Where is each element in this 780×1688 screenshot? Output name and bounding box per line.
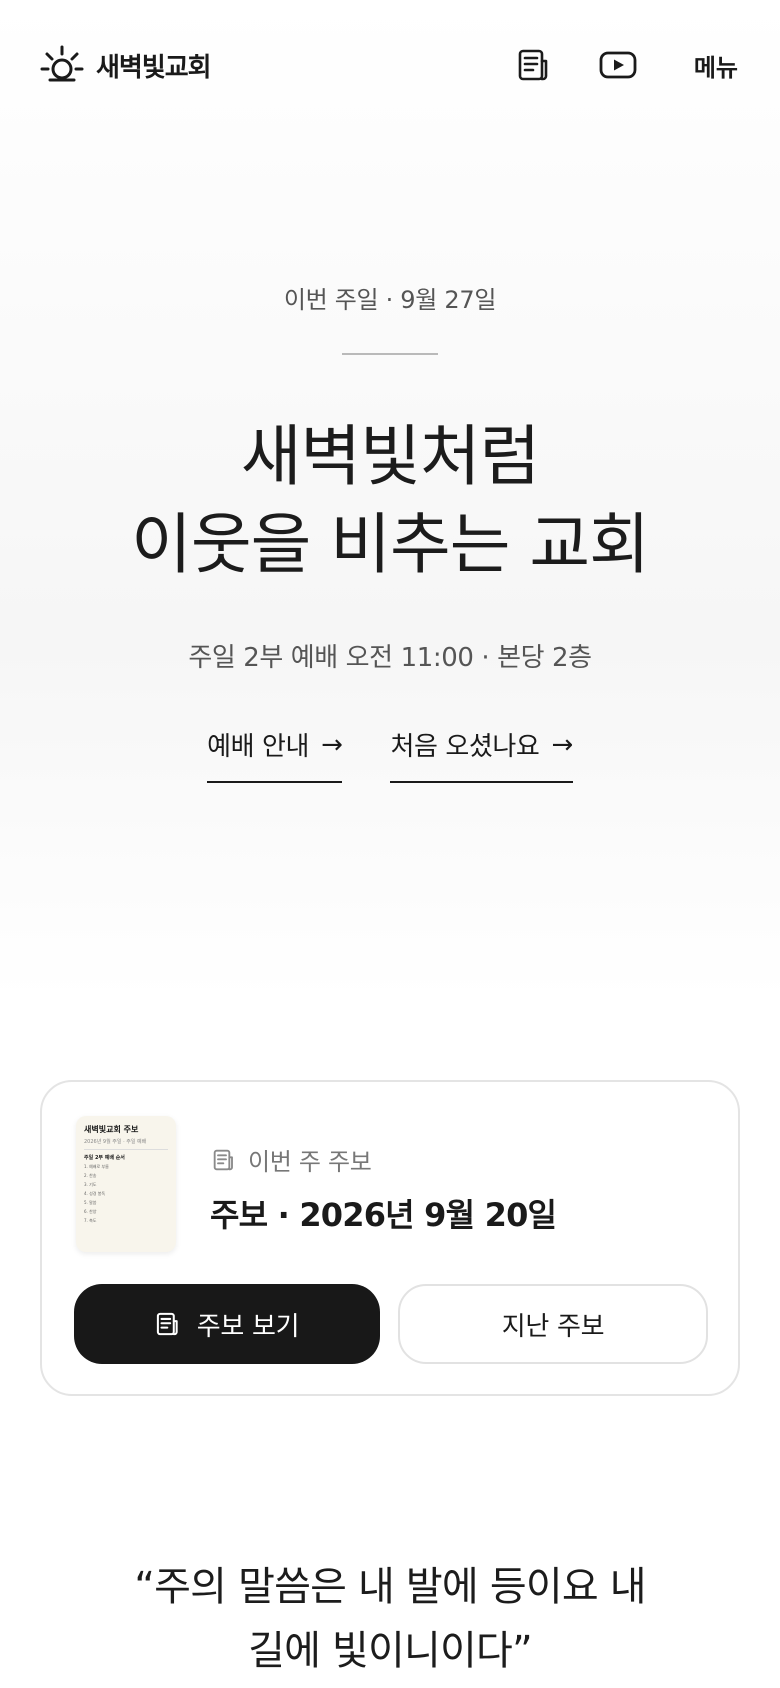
sunrise-icon (40, 45, 84, 82)
thumbnail-item: 3. 기도 (84, 1182, 97, 1187)
bulletin-button[interactable] (512, 43, 556, 87)
youtube-button[interactable] (596, 43, 640, 87)
card-label-row: 이번 주 주보 (212, 1142, 372, 1177)
scripture-verse: “주의 말씀은 내 발에 등이요 내 길에 빛이니이다” (90, 1555, 690, 1683)
thumbnail-item: 4. 성경 봉독 (84, 1191, 106, 1196)
thumbnail-heading: 주일 2부 예배 순서 (84, 1155, 125, 1161)
hero-date: 이번 주일 · 9월 27일 (283, 286, 497, 314)
bulletin-thumbnail[interactable]: 새벽빛교회 주보 2026년 9월 주일 · 주일 예배 주일 2부 예배 순서… (76, 1116, 176, 1252)
arrow-right-icon: → (321, 729, 343, 760)
worship-guide-label: 예배 안내 (207, 732, 310, 762)
card-title: 주보 · 2026년 9월 20일 (210, 1196, 557, 1234)
bulletin-icon (518, 49, 548, 81)
hero-title-line-1: 새벽빛처럼 (240, 418, 541, 495)
verse-line-2: 길에 빛이니이다” (248, 1628, 533, 1674)
bulletin-icon (156, 1312, 178, 1336)
header-actions: 메뉴 (512, 43, 738, 87)
thumbnail-item: 6. 찬양 (84, 1209, 97, 1214)
bulletin-icon (213, 1149, 233, 1170)
view-bulletin-label: 주보 보기 (196, 1311, 300, 1342)
hero-divider (342, 353, 438, 355)
brand-name: 새벽빛교회 (96, 52, 212, 83)
verse-line-1: “주의 말씀은 내 발에 등이요 내 (134, 1564, 646, 1610)
thumbnail-item: 7. 축도 (84, 1218, 97, 1223)
thumbnail-item: 1. 예배로 부름 (84, 1164, 109, 1169)
menu-button[interactable]: 메뉴 (694, 48, 738, 83)
thumbnail-title: 새벽빛교회 주보 (84, 1125, 139, 1134)
card-label: 이번 주 주보 (248, 1148, 372, 1176)
thumbnail-item: 5. 말씀 (84, 1200, 97, 1205)
hero: 이번 주일 · 9월 27일 새벽빛처럼 이웃을 비추는 교회 주일 2부 예배… (0, 280, 780, 783)
thumbnail-rule (84, 1149, 168, 1150)
view-bulletin-button[interactable]: 주보 보기 (74, 1284, 380, 1364)
arrow-right-icon: → (551, 729, 573, 760)
site-header: 새벽빛교회 메뉴 (0, 0, 780, 130)
first-visit-label: 처음 오셨나요 (390, 732, 540, 762)
bulletin-card: 새벽빛교회 주보 2026년 9월 주일 · 주일 예배 주일 2부 예배 순서… (40, 1080, 740, 1396)
thumbnail-item: 2. 찬송 (84, 1173, 97, 1178)
hero-title-line-2: 이웃을 비추는 교회 (131, 506, 650, 583)
worship-guide-link[interactable]: 예배 안내 → (207, 726, 343, 783)
hero-links: 예배 안내 → 처음 오셨나요 → (0, 726, 780, 783)
brand[interactable]: 새벽빛교회 (40, 43, 212, 87)
youtube-icon (599, 51, 637, 79)
past-bulletins-label: 지난 주보 (501, 1311, 605, 1342)
past-bulletins-button[interactable]: 지난 주보 (398, 1284, 708, 1364)
service-time: 주일 2부 예배 오전 11:00 · 본당 2층 (188, 643, 592, 673)
hero-title: 새벽빛처럼 이웃을 비추는 교회 (0, 413, 780, 589)
first-visit-link[interactable]: 처음 오셨나요 → (390, 726, 573, 783)
thumbnail-subtitle: 2026년 9월 주일 · 주일 예배 (84, 1139, 147, 1145)
